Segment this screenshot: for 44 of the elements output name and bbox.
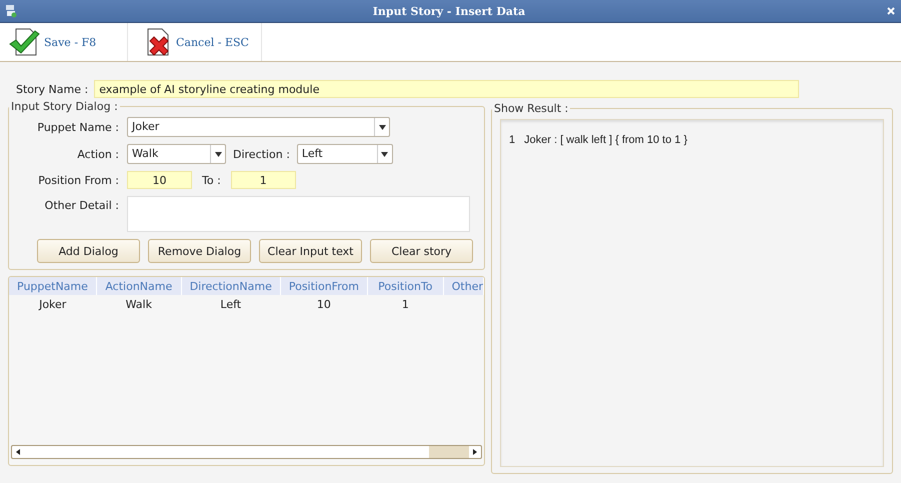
dropdown[interactable]: Joker — [127, 117, 390, 137]
position-to-field[interactable]: 1 — [230, 171, 296, 189]
field-label: To : — [201, 174, 222, 186]
table-cell: 1 — [367, 295, 444, 314]
action-button[interactable]: Clear Input text — [259, 239, 362, 263]
field-label: Story Name : — [16, 82, 88, 96]
action-button[interactable]: Remove Dialog — [148, 239, 251, 263]
caret-icon — [378, 124, 386, 130]
table-cell: Joker — [9, 295, 96, 314]
action-button[interactable]: Clear story — [370, 239, 473, 263]
save-check-icon — [8, 27, 42, 57]
field-label: Other Detail : — [44, 198, 120, 212]
column-header[interactable]: PositionFrom — [280, 277, 368, 295]
table-cell: Walk — [96, 295, 182, 314]
column-header[interactable]: Other — [443, 277, 484, 295]
column-header[interactable]: PositionTo — [367, 277, 444, 295]
group-title: Show Result : — [493, 102, 570, 115]
story-name-field[interactable]: example of AI storyline creating module — [94, 80, 800, 98]
scroll-right-icon[interactable] — [473, 449, 477, 455]
dropdown[interactable]: Walk — [127, 144, 226, 164]
table-cell: Left — [181, 295, 280, 314]
table-cell: 10 — [280, 295, 368, 314]
action-button[interactable]: Add Dialog — [37, 239, 140, 263]
column-header[interactable]: ActionName — [96, 277, 182, 295]
group-title: Input Story Dialog : — [10, 100, 119, 113]
other-detail-field[interactable] — [127, 196, 470, 232]
horizontal-scrollbar[interactable] — [11, 445, 482, 459]
app-icon — [5, 4, 17, 18]
field-label: Puppet Name : — [36, 120, 120, 134]
column-header[interactable]: PuppetName — [9, 277, 96, 295]
field-label: Position From : — [37, 174, 120, 186]
position-from-field[interactable]: 10 — [127, 171, 192, 189]
field-label: Direction : — [232, 148, 291, 160]
column-header[interactable]: DirectionName — [181, 277, 280, 295]
scroll-left-icon[interactable] — [16, 449, 20, 455]
caret-icon — [381, 152, 388, 156]
line-number: 1 — [509, 134, 516, 146]
scroll-thumb[interactable] — [429, 446, 469, 458]
caret-icon — [214, 152, 222, 156]
close-icon[interactable] — [887, 7, 895, 15]
dropdown[interactable]: Left — [296, 144, 393, 164]
window-title: Input Story - Insert Data — [372, 4, 526, 18]
field-label: Action : — [76, 148, 120, 160]
result-text: Joker : [ walk left ] { from 10 to 1 } — [524, 134, 688, 146]
